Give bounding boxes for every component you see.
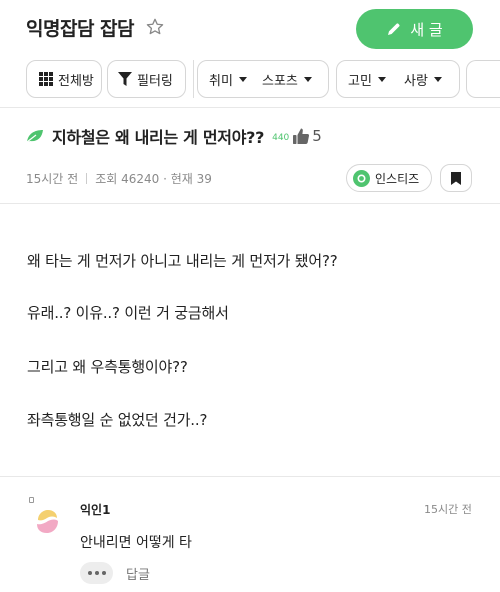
- category-chip-group-2: 고민 사랑: [336, 60, 460, 98]
- new-post-button[interactable]: 새 글: [356, 9, 473, 49]
- category-chip-group-1: 취미 스포츠: [197, 60, 329, 98]
- pencil-icon: [388, 23, 400, 35]
- all-rooms-chip[interactable]: 전체방: [26, 60, 102, 98]
- post-title-row: 지하철은 왜 내리는 게 먼저야?? 440 5: [26, 124, 322, 148]
- comment-marker-icon: [29, 497, 34, 503]
- board-title: 익명잡담 잡담: [26, 18, 135, 40]
- dot-icon: [94, 571, 99, 575]
- dot-icon: [87, 571, 92, 575]
- chevron-down-icon: [433, 77, 442, 82]
- source-button[interactable]: 인스티즈: [346, 164, 432, 192]
- filter-divider: [193, 60, 194, 98]
- filtering-chip[interactable]: 필터링: [107, 60, 186, 98]
- filtering-label: 필터링: [137, 73, 173, 89]
- post-time: 15시간 전: [26, 172, 79, 186]
- divider: [0, 107, 500, 108]
- category-label-love: 사랑: [404, 73, 428, 89]
- chevron-down-icon: [377, 77, 386, 82]
- meta-separator: [86, 173, 88, 184]
- post-points: 440: [272, 133, 290, 143]
- post-views: 조회 46240 · 현재 39: [95, 172, 212, 186]
- chevron-down-icon: [238, 77, 247, 82]
- post-body-line: 그리고 왜 우측통행이야??: [27, 358, 188, 376]
- category-label-worry: 고민: [348, 73, 372, 89]
- reply-button[interactable]: 답글: [126, 564, 150, 583]
- all-rooms-label: 전체방: [58, 73, 94, 89]
- category-chip-worry[interactable]: 고민: [348, 61, 386, 97]
- thumbs-up-icon[interactable]: [292, 127, 310, 145]
- comment-text: 안내리면 어떻게 타: [80, 535, 192, 551]
- chevron-down-icon: [303, 77, 312, 82]
- category-chip-more[interactable]: [466, 60, 500, 98]
- post-body-line: 좌측통행일 순 없었던 건가..?: [27, 411, 208, 429]
- post-body-line: 유래..? 이유..? 이런 거 궁금해서: [27, 304, 229, 322]
- comment-author: 익인1: [80, 503, 111, 517]
- comment-time: 15시간 전: [424, 503, 472, 516]
- category-chip-sports[interactable]: 스포츠: [262, 61, 312, 97]
- post-title: 지하철은 왜 내리는 게 먼저야??: [52, 128, 265, 147]
- divider: [0, 476, 500, 477]
- board-header: 익명잡담 잡담 새 글: [0, 0, 500, 56]
- post-body-line: 왜 타는 게 먼저가 아니고 내리는 게 먼저가 됐어??: [27, 252, 338, 270]
- instiz-logo-icon: [353, 169, 370, 187]
- bookmark-icon: [451, 171, 461, 185]
- dot-icon: [101, 571, 106, 575]
- category-chip-hobby[interactable]: 취미: [209, 61, 247, 97]
- divider: [0, 203, 500, 204]
- bookmark-button[interactable]: [440, 164, 472, 192]
- funnel-icon: [118, 72, 132, 86]
- new-post-label: 새 글: [410, 20, 443, 39]
- star-icon[interactable]: [145, 17, 165, 37]
- avatar: [37, 510, 58, 533]
- category-label-hobby: 취미: [209, 73, 233, 89]
- grid-icon: [39, 72, 53, 86]
- category-chip-love[interactable]: 사랑: [404, 61, 442, 97]
- source-label: 인스티즈: [375, 171, 420, 186]
- category-label-sports: 스포츠: [262, 73, 298, 89]
- like-count: 5: [312, 127, 322, 145]
- more-options-button[interactable]: [80, 562, 113, 584]
- leaf-icon: [26, 130, 43, 143]
- filter-bar: 전체방 필터링 취미 스포츠 고민 사랑: [0, 56, 500, 102]
- post-meta: 15시간 전 조회 46240 · 현재 39: [26, 170, 212, 187]
